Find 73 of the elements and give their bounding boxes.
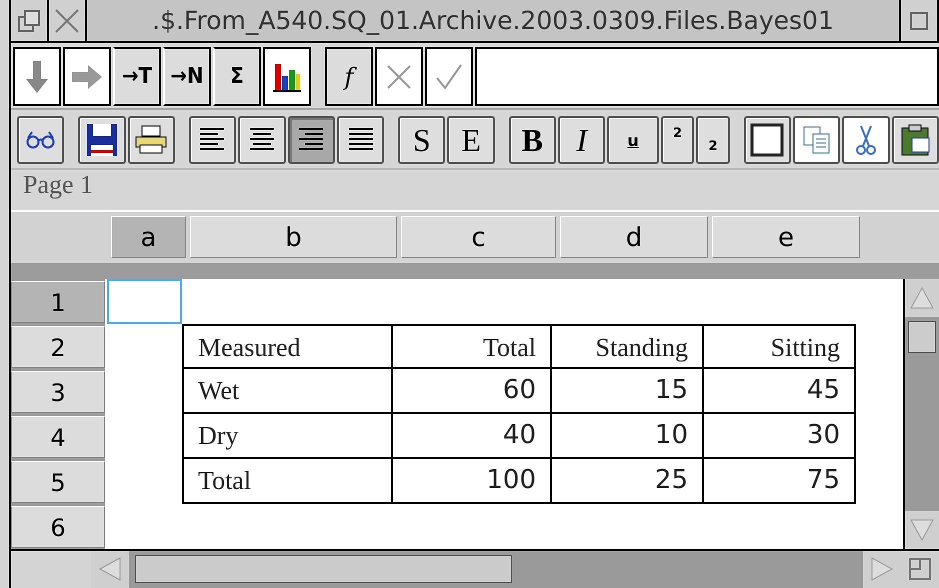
table-cell: 45	[704, 368, 856, 414]
table-cell: Standing	[552, 324, 704, 369]
page-label: Page 1	[11, 168, 939, 212]
column-header[interactable]: c	[401, 216, 556, 258]
tool-button[interactable]: Σ	[213, 47, 261, 106]
table-cell: Total	[182, 458, 393, 504]
table-cell: Dry	[182, 414, 393, 459]
clipboard-button[interactable]	[892, 116, 939, 164]
column-header[interactable]: e	[712, 216, 860, 258]
table-cell: Total	[393, 324, 552, 369]
table-cell: 15	[552, 368, 704, 414]
align-center-button[interactable]	[238, 116, 286, 164]
bar-chart-button[interactable]	[263, 47, 311, 106]
toggle-size-icon[interactable]	[901, 0, 939, 42]
style-button[interactable]: E	[447, 116, 495, 164]
resize-icon[interactable]	[901, 550, 939, 588]
floppy-disk-button[interactable]	[78, 116, 126, 164]
copy-icon	[802, 125, 832, 156]
table-cell: 10	[552, 414, 704, 459]
printer-button[interactable]	[128, 116, 175, 164]
fill-right-button[interactable]	[63, 47, 111, 106]
table-cell: 40	[393, 414, 552, 459]
table-cell: Wet	[182, 368, 393, 414]
underline-button[interactable]: u	[607, 116, 659, 164]
row-header[interactable]: 1	[11, 280, 105, 323]
column-header[interactable]: b	[190, 216, 397, 258]
border-button[interactable]	[744, 116, 792, 164]
function-button[interactable]: f	[325, 47, 373, 106]
window-title: .$.From_A540.SQ_01.Archive.2003.0309.Files.Bayes01	[87, 0, 901, 42]
superscript-button[interactable]: 2	[660, 116, 694, 164]
table-cell: 75	[704, 458, 856, 504]
italic-button[interactable]: I	[558, 116, 606, 164]
cross-icon	[385, 62, 413, 91]
row-header[interactable]: 6	[11, 506, 105, 548]
style-button[interactable]: S	[398, 116, 446, 164]
table-cell: 30	[704, 414, 856, 459]
align-left-button[interactable]	[188, 116, 236, 164]
scissors-icon	[854, 124, 878, 156]
scissors-button[interactable]	[842, 116, 890, 164]
table-cell: Measured	[182, 324, 393, 369]
fill-down-button[interactable]	[13, 47, 61, 106]
justify-button[interactable]	[336, 116, 384, 164]
bold-button[interactable]: B	[508, 116, 556, 164]
formula-field[interactable]	[475, 47, 939, 106]
bar-chart-icon	[272, 62, 302, 92]
row-header[interactable]: 2	[11, 326, 105, 368]
printer-icon	[134, 125, 168, 156]
cross-button[interactable]	[375, 47, 423, 106]
table-cell: 60	[393, 368, 552, 414]
selected-cell[interactable]	[107, 278, 182, 324]
align-right-button[interactable]	[288, 116, 335, 164]
table-cell: 100	[393, 458, 552, 504]
column-header[interactable]: d	[560, 216, 708, 258]
scroll-thumb[interactable]	[908, 320, 936, 353]
close-icon[interactable]	[49, 0, 87, 42]
row-header[interactable]: 5	[11, 460, 105, 503]
clipboard-icon	[900, 124, 930, 156]
back-icon[interactable]	[11, 0, 49, 42]
scroll-thumb[interactable]	[135, 555, 512, 584]
tool-button[interactable]: →N	[163, 47, 211, 106]
tool-button[interactable]: →T	[113, 47, 161, 106]
glasses-button[interactable]	[17, 116, 64, 164]
border-icon	[750, 123, 784, 158]
row-header[interactable]: 4	[11, 416, 105, 458]
subscript-button[interactable]: 2	[696, 116, 730, 164]
column-header[interactable]: a	[111, 216, 186, 258]
glasses-icon	[26, 131, 56, 150]
row-header[interactable]: 3	[11, 370, 105, 413]
copy-button[interactable]	[793, 116, 840, 164]
tick-icon	[435, 62, 463, 91]
table-cell: 25	[552, 458, 704, 504]
table-cell: Sitting	[704, 324, 856, 369]
tick-button[interactable]	[425, 47, 473, 106]
